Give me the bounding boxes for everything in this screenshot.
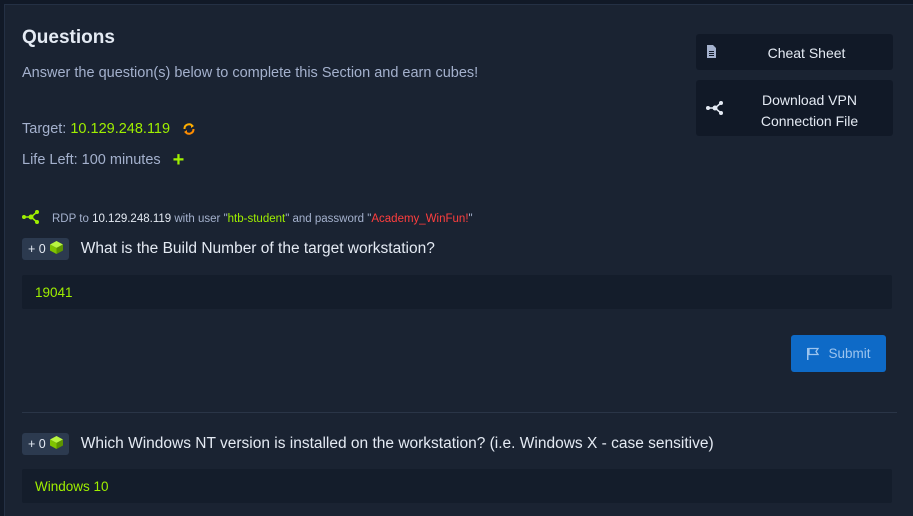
rdp-suffix: " [468,212,473,225]
cube-reward-badge: + 0 [22,433,69,455]
rdp-prefix: RDP to [52,212,93,225]
target-ip: 10.129.248.119 [70,121,171,137]
divider [22,412,897,413]
question-2: + 0 Which Windows NT version is installe… [22,433,714,455]
question-1: + 0 What is the Build Number of the targ… [22,238,435,260]
rdp-user: htb-student [227,212,286,225]
vpn-label-line1: Download VPN [762,92,857,108]
cheat-sheet-button[interactable]: Cheat Sheet [696,34,893,70]
cube-icon [49,435,64,453]
submit-label: Submit [828,346,871,361]
life-row: Life Left: 100 minutes + [22,150,185,170]
flag-icon [807,347,820,360]
network-icon [22,209,42,228]
questions-panel: Questions Answer the question(s) below t… [4,4,913,516]
network-icon [706,100,726,119]
rdp-ip: 10.129.248.119 [92,212,172,225]
question-text: Which Windows NT version is installed on… [80,435,714,452]
vpn-label-line2: Connection File [760,113,859,129]
rdp-password: Academy_WinFun! [371,212,469,225]
reward-count: + 0 [28,437,46,451]
life-left-text: Life Left: 100 minutes [22,152,161,168]
target-row: Target: 10.129.248.119 [22,121,196,137]
cube-icon [49,240,64,258]
plus-icon[interactable]: + [173,150,185,170]
section-subtitle: Answer the question(s) below to complete… [22,65,479,81]
download-vpn-button[interactable]: Download VPN Connection File [696,80,893,136]
reward-count: + 0 [28,242,46,256]
answer-field[interactable]: 19041 [22,275,892,309]
rdp-mid2: " and password " [285,212,372,225]
submit-button[interactable]: Submit [791,335,886,372]
vpn-label: Download VPN Connection File [736,90,883,132]
question-text: What is the Build Number of the target w… [80,240,435,257]
rdp-mid: with user " [171,212,228,225]
refresh-icon[interactable] [182,122,196,136]
rdp-instructions: RDP to 10.129.248.119 with user " htb-st… [22,209,473,228]
cube-reward-badge: + 0 [22,238,69,260]
target-label: Target: [22,121,67,137]
answer-field[interactable]: Windows 10 [22,469,892,503]
cheat-sheet-label: Cheat Sheet [767,45,846,61]
section-title: Questions [22,27,115,48]
